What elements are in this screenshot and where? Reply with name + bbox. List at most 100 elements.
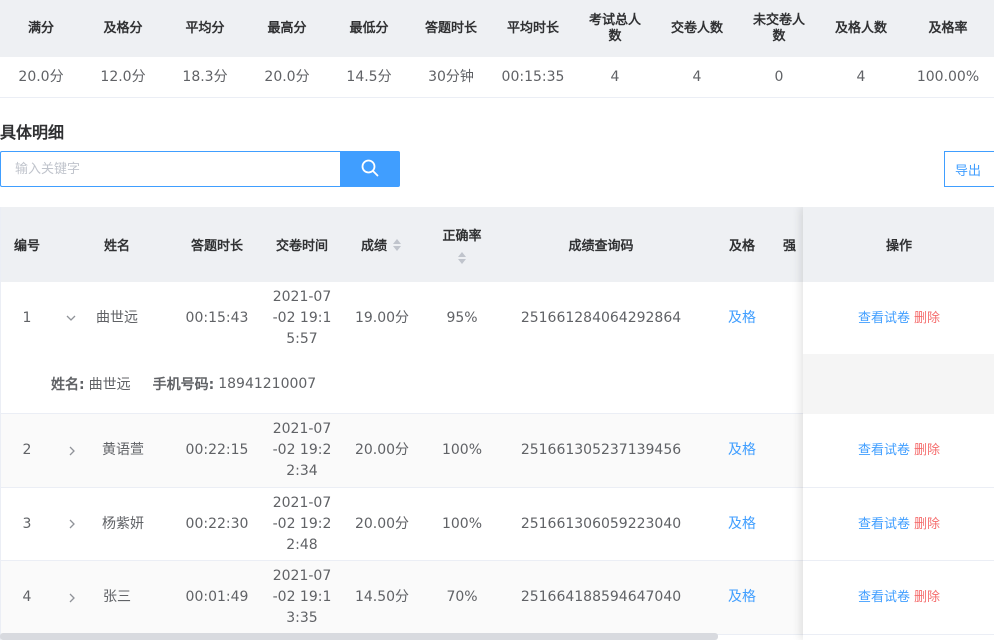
row-pass-status: 及格 <box>728 589 756 605</box>
row-score: 20.00分 <box>354 442 410 458</box>
view-paper-link[interactable]: 查看试卷 <box>858 440 910 461</box>
summary-value: 4 <box>856 69 866 85</box>
row-code: 251661306059223040 <box>520 515 682 532</box>
header-code: 成绩查询码 <box>568 239 634 254</box>
header-submit-time: 交卷时间 <box>275 239 328 254</box>
row-name: 张三 <box>103 589 131 605</box>
row-pass-status: 及格 <box>728 515 756 532</box>
header-accuracy-label: 正确率 <box>442 229 482 244</box>
row-duration: 00:22:30 <box>185 515 249 532</box>
row-score: 14.50分 <box>354 589 410 605</box>
row-name: 曲世远 <box>96 309 138 326</box>
row-score: 20.00分 <box>354 515 410 532</box>
row-name: 黄语萱 <box>102 442 144 458</box>
row-no: 4 <box>22 589 32 605</box>
header-pass: 及格 <box>728 239 755 254</box>
summary-header-avg-duration: 平均时长 <box>506 20 559 36</box>
row-score: 19.00分 <box>354 309 410 326</box>
chevron-right-icon[interactable] <box>57 561 87 634</box>
header-actions: 操作 <box>803 207 994 282</box>
header-score-label: 成绩 <box>360 239 387 254</box>
row-submit-time: 2021-07 -02 19:2 2:48 <box>272 494 332 553</box>
chevron-right-icon[interactable] <box>57 488 87 560</box>
summary-value: 00:15:35 <box>501 69 565 85</box>
view-paper-link[interactable]: 查看试卷 <box>858 587 910 608</box>
section-title: 具体明细 <box>0 123 65 142</box>
row-duration: 00:22:15 <box>185 442 249 458</box>
fixed-column-cell <box>803 354 994 414</box>
row-code: 251661305237139456 <box>520 442 682 458</box>
detail-table: 编号 姓名 答题时长 交卷时间 成绩 正确率 成绩查询码 及格 强 操作 1 曲… <box>0 207 994 640</box>
row-name: 杨紫妍 <box>102 515 144 532</box>
row-actions: 查看试卷 删除 <box>803 488 994 560</box>
sort-caret-icon[interactable] <box>393 238 401 251</box>
search-button[interactable] <box>340 151 400 187</box>
row-duration: 00:01:49 <box>185 589 249 605</box>
header-name: 姓名 <box>103 239 130 254</box>
header-accuracy[interactable]: 正确率 <box>421 207 503 282</box>
summary-header-full-score: 满分 <box>27 20 54 36</box>
view-paper-link[interactable]: 查看试卷 <box>858 514 910 535</box>
summary-value: 18.3分 <box>182 69 228 85</box>
delete-link[interactable]: 删除 <box>914 587 940 608</box>
summary-value: 12.0分 <box>100 69 146 85</box>
row-accuracy: 100% <box>441 442 483 458</box>
row-submit-time: 2021-07 -02 19:2 2:34 <box>272 421 332 479</box>
sort-caret-icon[interactable] <box>458 252 466 264</box>
summary-value: 20.0分 <box>18 69 64 85</box>
row-submit-time: 2021-07 -02 19:1 5:57 <box>272 288 332 347</box>
row-no: 3 <box>22 515 32 532</box>
summary-value-row: 20.0分 12.0分 18.3分 20.0分 14.5分 30分钟 00:15… <box>0 57 994 98</box>
row-no: 2 <box>22 442 32 458</box>
row-actions: 查看试卷 删除 <box>803 282 994 354</box>
row-pass-status: 及格 <box>728 309 756 326</box>
export-button[interactable]: 导出 <box>944 151 994 187</box>
summary-value: 14.5分 <box>346 69 392 85</box>
summary-value: 20.0分 <box>264 69 310 85</box>
row-actions: 查看试卷 删除 <box>803 561 994 634</box>
delete-link[interactable]: 删除 <box>914 440 940 461</box>
expand-name-value: 曲世远 <box>88 377 131 393</box>
header-duration: 答题时长 <box>190 239 243 254</box>
row-pass-status: 及格 <box>728 442 756 458</box>
summary-value: 4 <box>692 69 702 85</box>
summary-header-pass-score: 及格分 <box>103 20 143 36</box>
search-input[interactable] <box>0 151 340 187</box>
row-code: 251664188594647040 <box>520 589 682 605</box>
row-accuracy: 100% <box>441 515 483 532</box>
row-duration: 00:15:43 <box>185 309 249 326</box>
expand-name-label: 姓名: <box>51 377 85 393</box>
summary-header-total: 考试总人数 <box>588 12 641 44</box>
table-row: 1 曲世远 00:15:43 2021-07 -02 19:1 5:57 19.… <box>1 282 994 355</box>
summary-header-lowest: 最低分 <box>349 20 389 36</box>
summary-value: 100.00% <box>916 69 980 85</box>
row-actions: 查看试卷 删除 <box>803 414 994 487</box>
header-no: 编号 <box>13 239 40 254</box>
summary-header-average: 平均分 <box>185 20 225 36</box>
delete-link[interactable]: 删除 <box>914 308 940 329</box>
delete-link[interactable]: 删除 <box>914 514 940 535</box>
search-bar <box>0 151 400 187</box>
summary-header-unsubmitted: 未交卷人数 <box>752 12 805 44</box>
summary-value: 4 <box>610 69 620 85</box>
table-row: 2 黄语萱 00:22:15 2021-07 -02 19:2 2:34 20.… <box>1 414 994 488</box>
summary-header-submitted: 交卷人数 <box>670 20 723 36</box>
search-icon <box>361 159 379 180</box>
chevron-down-icon[interactable] <box>57 282 85 354</box>
expanded-row-detail: 姓名: 曲世远 手机号码: 18941210007 <box>1 354 994 414</box>
row-code: 251661284064292864 <box>520 309 682 326</box>
summary-header-pass-rate: 及格率 <box>928 20 968 36</box>
summary-header-duration: 答题时长 <box>424 20 477 36</box>
expand-phone-value: 18941210007 <box>218 376 317 392</box>
summary-table: 满分 及格分 平均分 最高分 最低分 答题时长 平均时长 考试总人数 交卷人数 … <box>0 0 994 98</box>
expand-phone-label: 手机号码: <box>152 377 215 393</box>
header-score[interactable]: 成绩 <box>343 207 419 282</box>
view-paper-link[interactable]: 查看试卷 <box>858 308 910 329</box>
row-accuracy: 95% <box>446 309 478 326</box>
expanded-info: 姓名: 曲世远 手机号码: 18941210007 <box>51 354 316 414</box>
summary-header-highest: 最高分 <box>267 20 307 36</box>
chevron-right-icon[interactable] <box>57 414 87 487</box>
horizontal-scrollbar[interactable] <box>0 633 718 640</box>
table-row: 4 张三 00:01:49 2021-07 -02 19:1 3:35 14.5… <box>1 561 994 635</box>
summary-header-row: 满分 及格分 平均分 最高分 最低分 答题时长 平均时长 考试总人数 交卷人数 … <box>0 0 994 57</box>
